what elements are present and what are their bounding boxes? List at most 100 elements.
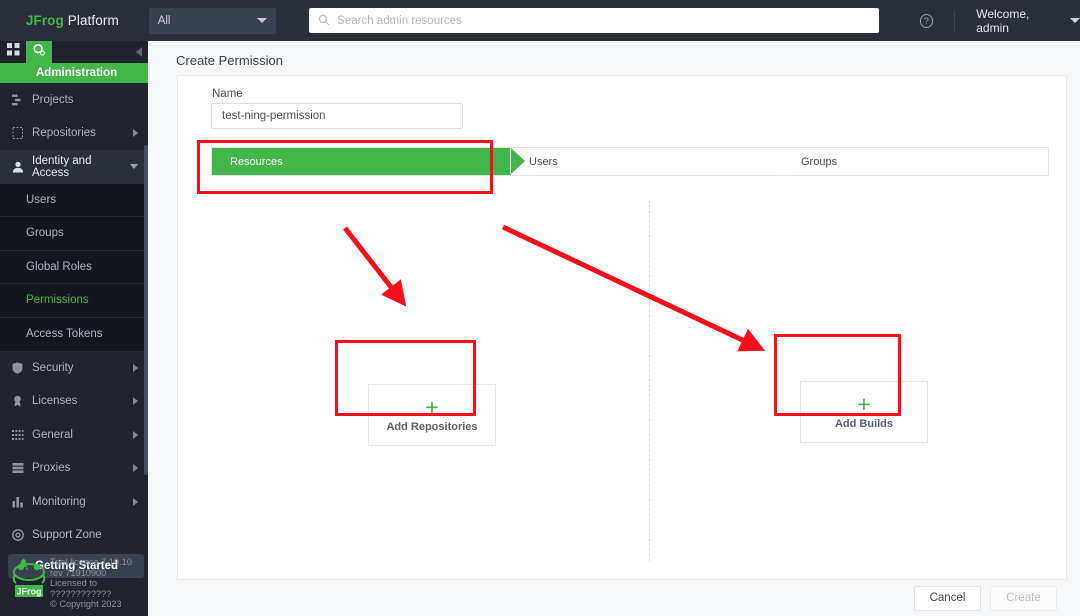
user-menu[interactable]: Welcome, admin [976,7,1080,35]
sidebar-item-label: Identity and Access [32,154,92,179]
step-label: Users [529,155,558,168]
help-icon[interactable]: ? [919,13,934,28]
tab-platform-apps[interactable] [0,41,26,63]
scope-dropdown-value: All [157,14,171,27]
create-button: Create [990,585,1057,611]
sidebar-nav: Projects Repositories Identity and Acces… [0,83,148,552]
lifebuoy-icon [12,529,32,542]
user-icon [12,161,32,173]
step-resources[interactable]: Resources [212,148,525,175]
sidebar: Administration Projects Repositories Ide… [0,41,148,616]
step-separator-icon [782,148,795,174]
sidebar-item-label: Licenses [32,395,78,408]
chevron-right-icon [133,430,138,439]
sidebar-item-projects[interactable]: Projects [0,83,148,117]
license-line-5: © Copyright 2023 [50,599,122,610]
user-menu-label: Welcome, admin [976,6,1030,35]
sidebar-item-global-roles[interactable]: Global Roles [0,251,148,284]
chevron-right-icon [133,363,138,372]
search-icon [318,14,330,28]
plus-icon: + [857,390,871,417]
sidebar-item-label: General [32,428,73,441]
identity-and-access-subnav: Users Groups Global Roles Permissions Ac… [0,183,148,352]
sidebar-item-label: Proxies [32,462,71,475]
bar-chart-icon [12,496,32,508]
chevron-right-icon [133,129,138,138]
brand-platform-text: Platform [67,13,119,28]
license-line-4: ???????????? [50,588,112,599]
card-footer: Cancel Create [177,580,1067,616]
sidebar-item-support-zone[interactable]: Support Zone [0,519,148,553]
license-line-3: Licensed to [50,578,97,589]
jfrog-frog-logo: JFrog [8,556,50,602]
search-box[interactable] [309,8,879,33]
gear-icon [32,43,46,62]
sidebar-item-label: Projects [32,93,74,106]
license-text: Trial license 7.19.10 rev 71910900 Licen… [50,556,132,610]
brand-jfrog-text: JFrog [25,13,64,28]
help-glyph: ? [923,15,929,26]
sidebar-subitem-label: Users [26,193,57,206]
sidebar-subitem-label: Permissions [26,294,89,307]
sidebar-subitem-label: Access Tokens [26,328,103,341]
search-input[interactable] [337,14,870,27]
name-field-label: Name [212,88,243,100]
collapse-sidebar-icon[interactable] [136,47,142,57]
section-divider [649,200,650,561]
shield-icon [12,362,32,374]
sidebar-item-groups[interactable]: Groups [0,217,148,251]
sidebar-subitem-label: Groups [26,227,64,240]
scope-dropdown[interactable]: All [148,7,277,34]
create-permission-card: Name Resources Users Groups [177,75,1067,580]
sidebar-item-permissions[interactable]: Permissions [0,284,148,318]
sidebar-item-general[interactable]: General [0,418,148,452]
sidebar-item-monitoring[interactable]: Monitoring [0,485,148,519]
add-repositories-label: Add Repositories [386,420,478,433]
sidebar-item-users[interactable]: Users [0,184,148,217]
chevron-right-icon [133,464,138,473]
step-groups[interactable]: Groups [782,148,1048,175]
app-root: JFrog Platform All ? Welcome, admin [0,0,1080,616]
grid-dots-icon [12,429,32,441]
sidebar-item-label: Support Zone [32,529,102,542]
cancel-button[interactable]: Cancel [914,585,981,611]
sidebar-item-repositories[interactable]: Repositories [0,117,148,151]
topbar-divider [954,9,956,32]
grid-apps-icon [6,43,20,61]
sidebar-subitem-label: Global Roles [26,260,92,273]
step-label: Groups [801,155,838,168]
chevron-down-icon [1070,18,1080,23]
svg-text:JFrog: JFrog [16,587,41,597]
administration-banner: Administration [0,63,148,83]
main-content: Create Permission Name Resources Users G… [148,41,1080,616]
license-line-2: rev 71910900 [50,567,107,578]
medal-icon [12,395,32,407]
sidebar-item-access-tokens[interactable]: Access Tokens [0,318,148,352]
add-builds-label: Add Builds [834,417,894,430]
server-icon [12,462,32,474]
chevron-right-icon [133,497,138,506]
sidebar-top-tabs [0,41,148,63]
tab-administration[interactable] [26,41,52,63]
plus-icon: + [425,393,439,420]
page-title: Create Permission [176,53,283,68]
sidebar-item-licenses[interactable]: Licenses [0,385,148,419]
step-label: Resources [230,155,283,168]
sidebar-item-proxies[interactable]: Proxies [0,452,148,486]
chevron-down-icon [130,164,138,170]
repositories-icon [12,127,32,140]
sidebar-item-security[interactable]: Security [0,351,148,385]
chevron-down-icon [257,18,268,23]
add-builds-button[interactable]: + Add Builds [800,381,928,443]
sidebar-item-identity-and-access[interactable]: Identity and Access [0,150,148,184]
top-bar: JFrog Platform All ? Welcome, admin [0,0,1080,41]
step-breadcrumb: Resources Users Groups [211,147,1049,176]
jfrog-platform-logo[interactable]: JFrog Platform [0,13,145,28]
sidebar-item-label: Security [32,361,74,374]
step-arrow-icon [511,148,525,174]
add-repositories-button[interactable]: + Add Repositories [368,384,496,446]
name-input[interactable] [211,103,463,129]
projects-icon [12,94,32,106]
step-users[interactable]: Users [510,148,783,175]
license-line-1: Trial license 7.19.10 [50,557,132,567]
